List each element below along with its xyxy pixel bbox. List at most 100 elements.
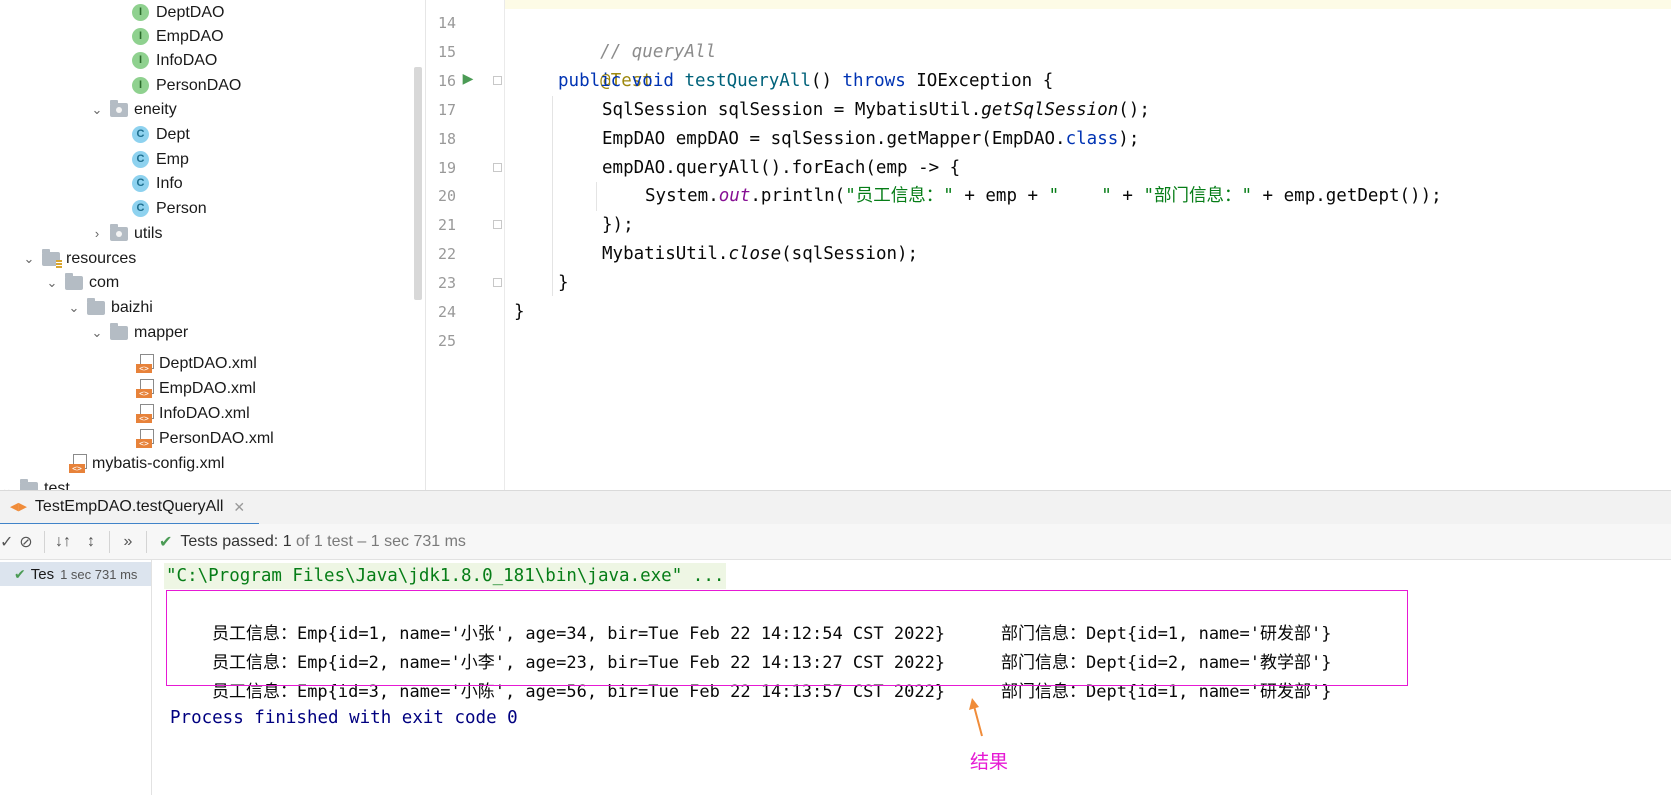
code-line-16[interactable]: public void testQueryAll() throws IOExce… <box>558 67 1053 96</box>
tree-item-empdao[interactable]: I EmpDAO <box>132 24 224 49</box>
run-toolbar: ✓ ⊘ ↓↑ ↕ » ✔ Tests passed: 1 of 1 test –… <box>0 524 1671 560</box>
tree-item-info[interactable]: C Info <box>132 171 183 196</box>
chevron-down-icon[interactable]: ⌄ <box>90 320 104 345</box>
tree-item-emp[interactable]: C Emp <box>132 147 189 172</box>
code-line-23[interactable]: } <box>558 269 569 298</box>
test-result-item[interactable]: ✔ Tes 1 sec 731 ms <box>0 562 151 586</box>
tree-item-com[interactable]: ⌄ com <box>45 270 119 295</box>
tree-item-dept[interactable]: C Dept <box>132 122 190 147</box>
tree-item-resources[interactable]: ⌄ resources <box>22 246 136 271</box>
tree-item-label: EmpDAO <box>156 28 224 45</box>
chevron-right-icon[interactable]: › <box>90 221 104 246</box>
tree-item-deptdao-xml[interactable]: <> DeptDAO.xml <box>136 351 257 376</box>
chevron-down-icon[interactable]: ⌄ <box>0 476 14 490</box>
interface-icon: I <box>132 4 149 21</box>
code-line-19[interactable]: empDAO.queryAll().forEach(emp -> { <box>602 154 960 183</box>
line-number: 23 <box>437 274 456 292</box>
code-line-18[interactable]: EmpDAO empDAO = sqlSession.getMapper(Emp… <box>602 125 1139 154</box>
tests-passed-detail: of 1 test – 1 sec 731 ms <box>296 532 466 550</box>
chevron-down-icon[interactable]: ⌄ <box>90 97 104 122</box>
tree-item-label: InfoDAO.xml <box>159 405 250 422</box>
interface-icon: I <box>132 52 149 69</box>
class-icon: C <box>132 126 149 143</box>
tree-item-label: resources <box>66 250 137 267</box>
more-actions-icon[interactable]: » <box>114 533 142 551</box>
package-folder-icon <box>110 99 128 117</box>
show-ignored-icon[interactable]: ⊘ <box>12 532 40 552</box>
line-number: 17 <box>437 101 456 119</box>
tree-item-mybatis-config-xml[interactable]: <> mybatis-config.xml <box>69 451 224 476</box>
code-line-21[interactable]: }); <box>602 211 634 240</box>
tree-item-infodao-xml[interactable]: <> InfoDAO.xml <box>136 401 250 426</box>
tree-item-empdao-xml[interactable]: <> EmpDAO.xml <box>136 376 256 401</box>
tree-item-test[interactable]: ⌄ test <box>0 476 70 490</box>
resources-folder-icon <box>42 248 62 268</box>
check-icon: ✔ <box>14 565 26 582</box>
test-duration: 1 sec 731 ms <box>60 566 138 582</box>
annotation-arrow-icon <box>969 698 983 737</box>
fold-icon[interactable] <box>493 278 502 287</box>
tree-item-label: InfoDAO <box>156 52 218 69</box>
toolbar-divider <box>146 530 147 553</box>
tab-run-configuration[interactable]: ◀▶ TestEmpDAO.testQueryAll ✕ <box>0 491 260 526</box>
result-highlight-box <box>166 590 1408 686</box>
tree-item-eneity[interactable]: ⌄ eneity <box>90 97 177 122</box>
code-line-17[interactable]: SqlSession sqlSession = MybatisUtil.getS… <box>602 96 1150 125</box>
tree-item-label: Person <box>156 200 207 217</box>
tree-item-mapper[interactable]: ⌄ mapper <box>90 320 188 345</box>
tree-item-label: eneity <box>134 101 177 118</box>
run-test-icon[interactable]: ▶ <box>460 70 476 86</box>
tree-item-utils[interactable]: › utils <box>90 221 162 246</box>
fold-icon[interactable] <box>493 163 502 172</box>
code-line-20[interactable]: System.out.println("员工信息：" + emp + " " +… <box>645 182 1442 211</box>
code-line-24[interactable]: } <box>514 298 525 327</box>
package-folder-icon <box>110 223 128 241</box>
folder-icon <box>110 322 128 340</box>
code-line-14[interactable]: // queryAll <box>558 9 716 62</box>
line-number: 14 <box>437 14 456 32</box>
tree-item-label: mapper <box>134 324 189 341</box>
tree-item-persondao[interactable]: I PersonDAO <box>132 73 241 98</box>
tree-item-label: Emp <box>156 151 189 168</box>
sort-alphabetically-icon[interactable]: ↓↑ <box>49 533 77 551</box>
tree-item-deptdao[interactable]: I DeptDAO <box>132 0 224 25</box>
class-icon: C <box>132 175 149 192</box>
xml-file-icon: <> <box>136 379 154 398</box>
fold-icon[interactable] <box>493 76 502 85</box>
tests-passed-count: 1 <box>282 532 292 550</box>
line-number: 16 <box>437 72 456 90</box>
tree-scrollbar[interactable] <box>414 67 422 300</box>
line-number: 19 <box>437 159 456 177</box>
editor-gutter[interactable]: 14 15 16 17 18 19 20 21 22 23 24 25 ▶ <box>426 0 505 490</box>
line-number: 22 <box>437 245 456 263</box>
tree-item-label: com <box>89 274 120 291</box>
interface-icon: I <box>132 77 149 94</box>
tree-item-person[interactable]: C Person <box>132 196 207 221</box>
line-number: 24 <box>437 303 456 321</box>
line-number: 18 <box>437 130 456 148</box>
project-tree: I DeptDAO I EmpDAO I InfoDAO I PersonDAO… <box>0 0 426 490</box>
code-editor[interactable]: 14 15 16 17 18 19 20 21 22 23 24 25 ▶ //… <box>426 0 1671 490</box>
tree-item-label: mybatis-config.xml <box>92 455 225 472</box>
line-number: 25 <box>437 332 456 350</box>
close-icon[interactable]: ✕ <box>233 491 245 523</box>
show-passed-icon[interactable]: ✓ <box>0 532 13 552</box>
toolbar-divider <box>44 530 45 553</box>
code-line-22[interactable]: MybatisUtil.close(sqlSession); <box>602 240 918 269</box>
test-status: ✔ Tests passed: 1 of 1 test – 1 sec 731 … <box>159 532 466 552</box>
tree-item-label: utils <box>134 225 163 242</box>
tree-item-label: Dept <box>156 126 190 143</box>
process-exit-message: Process finished with exit code 0 <box>170 708 518 728</box>
tree-item-persondao-xml[interactable]: <> PersonDAO.xml <box>136 426 274 451</box>
sort-by-duration-icon[interactable]: ↕ <box>77 533 105 551</box>
folder-icon <box>20 478 38 490</box>
tree-item-infodao[interactable]: I InfoDAO <box>132 48 217 73</box>
fold-icon[interactable] <box>493 220 502 229</box>
xml-file-icon: <> <box>69 454 87 473</box>
code-line-15[interactable]: @Test <box>558 38 653 91</box>
tree-item-baizhi[interactable]: ⌄ baizhi <box>67 295 153 320</box>
chevron-down-icon[interactable]: ⌄ <box>22 246 36 271</box>
chevron-down-icon[interactable]: ⌄ <box>45 270 59 295</box>
tree-item-label: PersonDAO <box>156 77 242 94</box>
chevron-down-icon[interactable]: ⌄ <box>67 295 81 320</box>
